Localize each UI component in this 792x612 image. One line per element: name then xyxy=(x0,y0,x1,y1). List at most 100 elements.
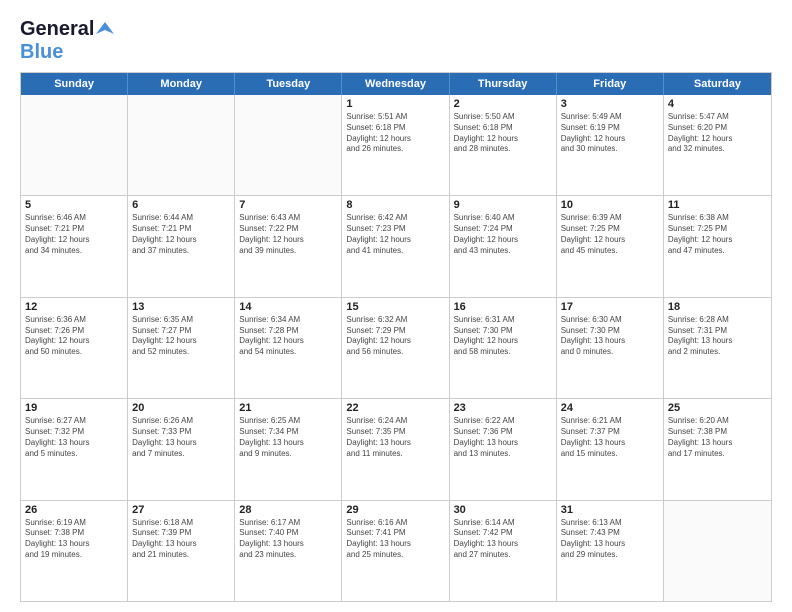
header-day-friday: Friday xyxy=(557,73,664,95)
day-info: Sunrise: 6:16 AM Sunset: 7:41 PM Dayligh… xyxy=(346,518,444,561)
calendar-row-5: 26Sunrise: 6:19 AM Sunset: 7:38 PM Dayli… xyxy=(21,500,771,601)
day-number: 6 xyxy=(132,199,230,211)
day-info: Sunrise: 6:27 AM Sunset: 7:32 PM Dayligh… xyxy=(25,416,123,459)
day-number: 8 xyxy=(346,199,444,211)
day-number: 12 xyxy=(25,301,123,313)
day-number: 3 xyxy=(561,98,659,110)
day-cell-24: 24Sunrise: 6:21 AM Sunset: 7:37 PM Dayli… xyxy=(557,399,664,499)
calendar-row-2: 5Sunrise: 6:46 AM Sunset: 7:21 PM Daylig… xyxy=(21,195,771,296)
day-number: 2 xyxy=(454,98,552,110)
day-info: Sunrise: 6:46 AM Sunset: 7:21 PM Dayligh… xyxy=(25,213,123,256)
day-info: Sunrise: 6:40 AM Sunset: 7:24 PM Dayligh… xyxy=(454,213,552,256)
day-cell-9: 9 Sunrise: 6:40 AM Sunset: 7:24 PM Daylig… xyxy=(450,196,557,296)
day-cell-16: 16 Sunrise: 6:31 AM Sunset: 7:30 PM Dayli… xyxy=(450,298,557,398)
day-info: Sunrise: 6:13 AM Sunset: 7:43 PM Dayligh… xyxy=(561,518,659,561)
day-cell-1: 1 Sunrise: 5:51 AM Sunset: 6:18 PM Daylig… xyxy=(342,95,449,195)
day-info: Sunrise: 6:32 AM Sunset: 7:29 PM Dayligh… xyxy=(346,315,444,358)
header: General Blue xyxy=(20,18,772,64)
day-info: Sunrise: 6:36 AM Sunset: 7:26 PM Dayligh… xyxy=(25,315,123,358)
day-cell-6: 6 Sunrise: 6:44 AM Sunset: 7:21 PM Daylig… xyxy=(128,196,235,296)
logo-bird-icon xyxy=(96,20,114,38)
day-cell-22: 22 Sunrise: 6:24 AM Sunset: 7:35 PM Dayli… xyxy=(342,399,449,499)
calendar-row-4: 19 Sunrise: 6:27 AM Sunset: 7:32 PM Dayli… xyxy=(21,398,771,499)
day-number: 30 xyxy=(454,504,552,516)
day-number: 29 xyxy=(346,504,444,516)
day-cell-empty-0-1 xyxy=(128,95,235,195)
day-info: Sunrise: 6:14 AM Sunset: 7:42 PM Dayligh… xyxy=(454,518,552,561)
day-number: 4 xyxy=(668,98,767,110)
calendar-header: SundayMondayTuesdayWednesdayThursdayFrid… xyxy=(21,73,771,95)
calendar-body: 1 Sunrise: 5:51 AM Sunset: 6:18 PM Daylig… xyxy=(21,95,771,601)
day-cell-18: 18Sunrise: 6:28 AM Sunset: 7:31 PM Dayli… xyxy=(664,298,771,398)
calendar-row-3: 12 Sunrise: 6:36 AM Sunset: 7:26 PM Dayli… xyxy=(21,297,771,398)
day-info: Sunrise: 5:47 AM Sunset: 6:20 PM Dayligh… xyxy=(668,112,767,155)
day-cell-2: 2 Sunrise: 5:50 AM Sunset: 6:18 PM Daylig… xyxy=(450,95,557,195)
day-cell-28: 28 Sunrise: 6:17 AM Sunset: 7:40 PM Dayli… xyxy=(235,501,342,601)
day-number: 25 xyxy=(668,402,767,414)
day-cell-3: 3 Sunrise: 5:49 AM Sunset: 6:19 PM Daylig… xyxy=(557,95,664,195)
day-info: Sunrise: 6:18 AM Sunset: 7:39 PM Dayligh… xyxy=(132,518,230,561)
day-info: Sunrise: 5:51 AM Sunset: 6:18 PM Dayligh… xyxy=(346,112,444,155)
header-day-wednesday: Wednesday xyxy=(342,73,449,95)
header-day-saturday: Saturday xyxy=(664,73,771,95)
calendar-row-1: 1 Sunrise: 5:51 AM Sunset: 6:18 PM Daylig… xyxy=(21,95,771,195)
day-number: 27 xyxy=(132,504,230,516)
day-cell-29: 29 Sunrise: 6:16 AM Sunset: 7:41 PM Dayli… xyxy=(342,501,449,601)
day-info: Sunrise: 6:31 AM Sunset: 7:30 PM Dayligh… xyxy=(454,315,552,358)
day-info: Sunrise: 6:39 AM Sunset: 7:25 PM Dayligh… xyxy=(561,213,659,256)
day-cell-25: 25 Sunrise: 6:20 AM Sunset: 7:38 PM Dayli… xyxy=(664,399,771,499)
day-cell-17: 17 Sunrise: 6:30 AM Sunset: 7:30 PM Dayli… xyxy=(557,298,664,398)
day-number: 23 xyxy=(454,402,552,414)
day-number: 11 xyxy=(668,199,767,211)
day-info: Sunrise: 6:30 AM Sunset: 7:30 PM Dayligh… xyxy=(561,315,659,358)
day-cell-empty-0-2 xyxy=(235,95,342,195)
day-number: 16 xyxy=(454,301,552,313)
logo-general: General xyxy=(20,18,94,41)
day-number: 28 xyxy=(239,504,337,516)
day-number: 9 xyxy=(454,199,552,211)
day-cell-8: 8 Sunrise: 6:42 AM Sunset: 7:23 PM Daylig… xyxy=(342,196,449,296)
header-day-monday: Monday xyxy=(128,73,235,95)
day-info: Sunrise: 6:20 AM Sunset: 7:38 PM Dayligh… xyxy=(668,416,767,459)
day-cell-14: 14 Sunrise: 6:34 AM Sunset: 7:28 PM Dayli… xyxy=(235,298,342,398)
day-number: 17 xyxy=(561,301,659,313)
day-cell-26: 26Sunrise: 6:19 AM Sunset: 7:38 PM Dayli… xyxy=(21,501,128,601)
day-info: Sunrise: 6:35 AM Sunset: 7:27 PM Dayligh… xyxy=(132,315,230,358)
day-number: 18 xyxy=(668,301,767,313)
day-cell-19: 19 Sunrise: 6:27 AM Sunset: 7:32 PM Dayli… xyxy=(21,399,128,499)
day-number: 21 xyxy=(239,402,337,414)
day-cell-31: 31 Sunrise: 6:13 AM Sunset: 7:43 PM Dayli… xyxy=(557,501,664,601)
day-cell-10: 10Sunrise: 6:39 AM Sunset: 7:25 PM Dayli… xyxy=(557,196,664,296)
page: General Blue SundayMondayTuesdayWednesda… xyxy=(0,0,792,612)
day-number: 1 xyxy=(346,98,444,110)
day-info: Sunrise: 6:26 AM Sunset: 7:33 PM Dayligh… xyxy=(132,416,230,459)
day-number: 22 xyxy=(346,402,444,414)
day-info: Sunrise: 5:50 AM Sunset: 6:18 PM Dayligh… xyxy=(454,112,552,155)
day-info: Sunrise: 6:22 AM Sunset: 7:36 PM Dayligh… xyxy=(454,416,552,459)
day-cell-5: 5Sunrise: 6:46 AM Sunset: 7:21 PM Daylig… xyxy=(21,196,128,296)
day-info: Sunrise: 6:17 AM Sunset: 7:40 PM Dayligh… xyxy=(239,518,337,561)
day-cell-23: 23 Sunrise: 6:22 AM Sunset: 7:36 PM Dayli… xyxy=(450,399,557,499)
day-cell-empty-0-0 xyxy=(21,95,128,195)
day-info: Sunrise: 5:49 AM Sunset: 6:19 PM Dayligh… xyxy=(561,112,659,155)
day-number: 19 xyxy=(25,402,123,414)
day-number: 24 xyxy=(561,402,659,414)
day-info: Sunrise: 6:24 AM Sunset: 7:35 PM Dayligh… xyxy=(346,416,444,459)
header-day-thursday: Thursday xyxy=(450,73,557,95)
day-info: Sunrise: 6:34 AM Sunset: 7:28 PM Dayligh… xyxy=(239,315,337,358)
day-cell-30: 30 Sunrise: 6:14 AM Sunset: 7:42 PM Dayli… xyxy=(450,501,557,601)
logo-blue: Blue xyxy=(20,41,63,63)
day-number: 14 xyxy=(239,301,337,313)
day-cell-13: 13 Sunrise: 6:35 AM Sunset: 7:27 PM Dayli… xyxy=(128,298,235,398)
day-number: 13 xyxy=(132,301,230,313)
day-cell-4: 4 Sunrise: 5:47 AM Sunset: 6:20 PM Daylig… xyxy=(664,95,771,195)
day-info: Sunrise: 6:25 AM Sunset: 7:34 PM Dayligh… xyxy=(239,416,337,459)
header-day-sunday: Sunday xyxy=(21,73,128,95)
day-info: Sunrise: 6:43 AM Sunset: 7:22 PM Dayligh… xyxy=(239,213,337,256)
day-info: Sunrise: 6:44 AM Sunset: 7:21 PM Dayligh… xyxy=(132,213,230,256)
day-number: 31 xyxy=(561,504,659,516)
logo: General Blue xyxy=(20,18,114,64)
day-info: Sunrise: 6:42 AM Sunset: 7:23 PM Dayligh… xyxy=(346,213,444,256)
day-info: Sunrise: 6:38 AM Sunset: 7:25 PM Dayligh… xyxy=(668,213,767,256)
day-number: 7 xyxy=(239,199,337,211)
